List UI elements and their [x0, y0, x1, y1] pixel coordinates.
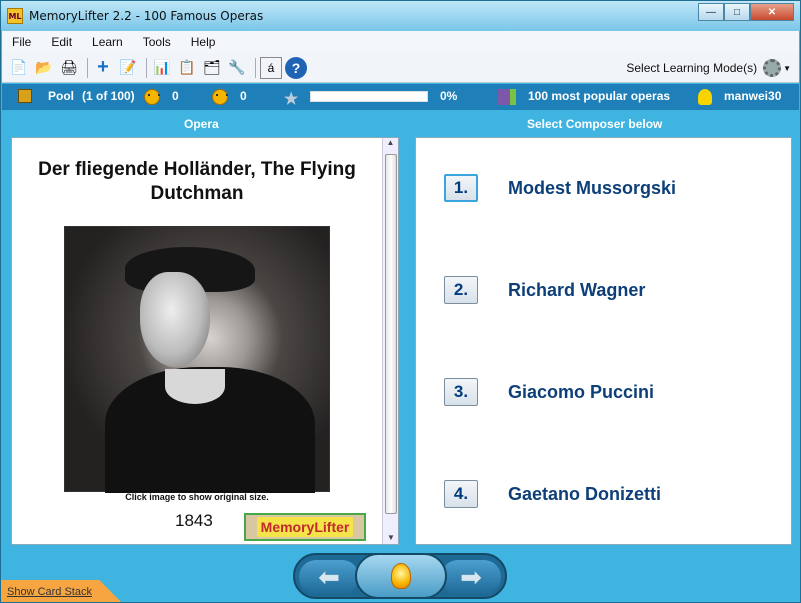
menu-learn[interactable]: Learn — [92, 35, 123, 49]
portrait-collar — [165, 369, 225, 404]
menu-file[interactable]: File — [12, 35, 31, 49]
pool-icon — [18, 89, 32, 103]
progress-text: 0% — [440, 89, 458, 103]
add-icon[interactable]: + — [92, 56, 114, 79]
help-icon[interactable]: ? — [285, 56, 307, 79]
answer-option-2[interactable]: 2. Richard Wagner — [444, 276, 645, 304]
star-icon: ★ — [284, 91, 299, 108]
toolbar-separator — [146, 57, 147, 78]
window-title: MemoryLifter 2.2 - 100 Famous Operas — [29, 9, 264, 23]
toolbar: 📄 📂 🖨 + 📝 📊 📋 🗂 🔧 á ? Select Learning Mo… — [2, 53, 799, 83]
arrow-right-icon: ➡ — [460, 561, 482, 592]
statistics-icon[interactable]: 📋 — [176, 57, 198, 79]
edit-icon[interactable]: 📝 — [117, 57, 139, 79]
module-icon — [498, 89, 516, 105]
year-text: 1843 — [175, 511, 213, 530]
special-character-icon[interactable]: á — [260, 56, 282, 79]
answer-number-button[interactable]: 3. — [444, 378, 478, 406]
learning-mode-label: Select Learning Mode(s) — [626, 61, 758, 75]
panel-headers: Opera Select Composer below — [2, 111, 799, 135]
slideshow-icon[interactable]: 📊 — [151, 57, 173, 79]
tools-icon[interactable]: 🔧 — [226, 57, 248, 79]
user-icon — [698, 89, 712, 105]
answer-option-3[interactable]: 3. Giacomo Puccini — [444, 378, 654, 406]
status-bar: Pool (1 of 100) 0 0 ★ 0% 100 most popula… — [2, 84, 799, 110]
answer-option-4[interactable]: 4. Gaetano Donizetti — [444, 480, 661, 508]
title-bar: ML MemoryLifter 2.2 - 100 Famous Operas … — [1, 1, 800, 31]
answer-option-1[interactable]: 1. Modest Mussorgski — [444, 174, 676, 202]
question-scrollbar[interactable]: ▲ ▼ — [382, 138, 398, 544]
user-name: manwei30 — [724, 89, 782, 103]
answer-text[interactable]: Modest Mussorgski — [508, 178, 676, 199]
answer-text[interactable]: Giacomo Puccini — [508, 382, 654, 403]
question-text: Der fliegende Holländer, The Flying Dutc… — [38, 159, 356, 204]
app-icon: ML — [7, 8, 23, 24]
menu-edit[interactable]: Edit — [51, 35, 72, 49]
question-header: Opera — [184, 117, 219, 131]
question-card: Der fliegende Holländer, The Flying Dutc… — [11, 137, 399, 545]
learning-mode-selector[interactable]: Select Learning Mode(s) ▼ — [626, 59, 791, 77]
answer-number-button[interactable]: 4. — [444, 480, 478, 508]
gear-icon — [763, 59, 782, 77]
menu-tools[interactable]: Tools — [143, 35, 171, 49]
back-arrow-button[interactable]: ⬅ — [299, 560, 359, 594]
pool-label: Pool — [48, 89, 74, 103]
pool-count: (1 of 100) — [82, 89, 135, 103]
hint-button[interactable] — [355, 553, 447, 599]
toolbar-separator — [255, 57, 256, 78]
image-caption: Click image to show original size. — [125, 492, 269, 502]
main-window: ML MemoryLifter 2.2 - 100 Famous Operas … — [0, 0, 801, 603]
toolbar-separator — [87, 57, 88, 78]
menu-help[interactable]: Help — [191, 35, 216, 49]
portrait-face — [140, 272, 210, 367]
new-icon[interactable]: 📄 — [8, 57, 30, 79]
minimize-button[interactable]: — — [698, 3, 724, 21]
answer-text[interactable]: Richard Wagner — [508, 280, 645, 301]
menu-bar: File Edit Learn Tools Help — [2, 31, 799, 53]
close-button[interactable]: ✕ — [750, 3, 794, 21]
right-smiley-icon — [144, 89, 160, 105]
answer-header: Select Composer below — [527, 117, 663, 131]
show-card-stack-link[interactable]: Show Card Stack — [1, 580, 121, 602]
answer-number-button[interactable]: 1. — [444, 174, 478, 202]
composer-portrait-image[interactable] — [64, 226, 330, 493]
learning-module-name: 100 most popular operas — [528, 89, 671, 103]
scroll-thumb[interactable] — [385, 154, 397, 514]
memorylifter-logo: MemoryLifter — [244, 513, 366, 541]
arrow-left-icon: ⬅ — [318, 561, 340, 592]
scroll-down-icon[interactable]: ▼ — [383, 533, 399, 542]
wrong-count: 0 — [240, 89, 247, 103]
progress-bar — [310, 91, 428, 102]
lightbulb-icon — [391, 563, 411, 589]
logo-text: MemoryLifter — [256, 517, 354, 537]
chevron-down-icon: ▼ — [783, 63, 791, 73]
maximize-button[interactable]: □ — [724, 3, 750, 21]
answer-panel: 1. Modest Mussorgski 2. Richard Wagner 3… — [415, 137, 792, 545]
card-stack-icon[interactable]: 🗂 — [201, 57, 223, 79]
answer-text[interactable]: Gaetano Donizetti — [508, 484, 661, 505]
answer-number-button[interactable]: 2. — [444, 276, 478, 304]
wrong-smiley-icon — [212, 89, 228, 105]
print-icon[interactable]: 🖨 — [58, 57, 80, 79]
right-count: 0 — [172, 89, 179, 103]
scroll-up-icon[interactable]: ▲ — [383, 138, 398, 147]
next-arrow-button[interactable]: ➡ — [441, 560, 501, 594]
open-folder-icon[interactable]: 📂 — [33, 57, 55, 79]
